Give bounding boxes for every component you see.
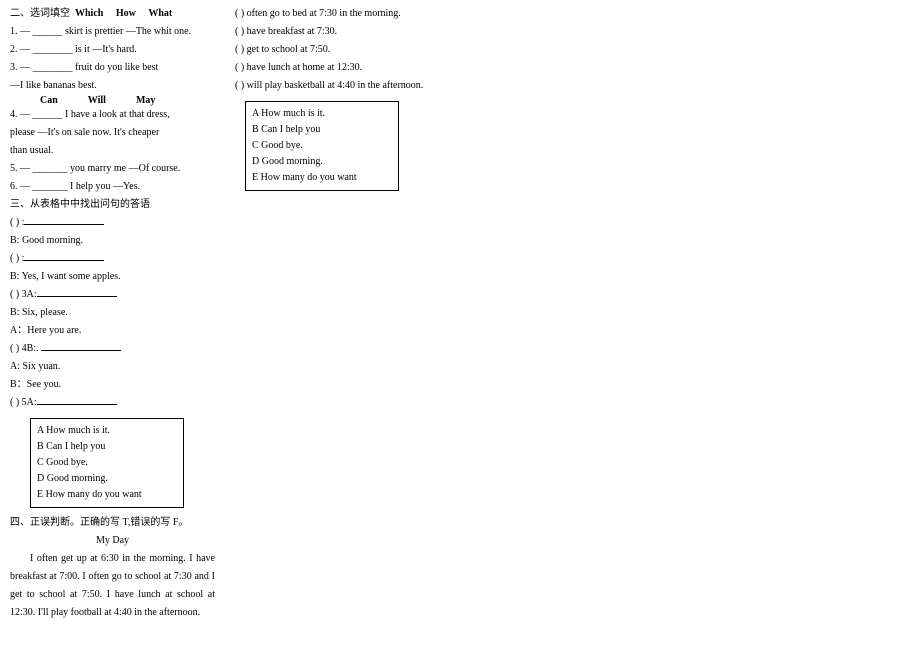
blank xyxy=(37,286,117,297)
box1-a: A How much is it. xyxy=(37,423,177,439)
sec4-passage: I often get up at 6:30 in the morning. I… xyxy=(10,550,215,622)
sec2-heading: 二、选词填空 Which How What xyxy=(10,5,215,23)
word-will: Will xyxy=(88,95,106,106)
sec3-l6: B: Six, please. xyxy=(10,304,215,322)
blank xyxy=(41,340,121,351)
word-what: What xyxy=(148,8,172,19)
sec3-l11-text: ( ) 5A: xyxy=(10,397,37,408)
sec3-l5: ( ) 3A: xyxy=(10,286,215,304)
sec2-title: 二、选词填空 xyxy=(10,8,70,19)
sec4-q4: ( ) have lunch at home at 12:30. xyxy=(235,59,440,77)
sec3-title: 三、从表格中中找出问句的答语 xyxy=(10,196,215,214)
sec2-q4b: please —It's on sale now. It's cheaper xyxy=(10,124,215,142)
box2-e: E How many do you want xyxy=(252,170,392,186)
sec2-q4a: 4. — ______ I have a look at that dress, xyxy=(10,106,215,124)
sec4-q3: ( ) get to school at 7:50. xyxy=(235,41,440,59)
sec3-l4: B: Yes, I want some apples. xyxy=(10,268,215,286)
sec3-l3-text: ( ) : xyxy=(10,253,24,264)
sec3-l8: ( ) 4B:. xyxy=(10,340,215,358)
sec3-l1-text: ( ) : xyxy=(10,217,24,228)
sec3-l5-text: ( ) 3A: xyxy=(10,289,37,300)
box2-d: D Good morning. xyxy=(252,154,392,170)
sec4-q1: ( ) often go to bed at 7:30 in the morni… xyxy=(235,5,440,23)
word-which: Which xyxy=(75,8,103,19)
blank xyxy=(37,394,117,405)
box1-d: D Good morning. xyxy=(37,471,177,487)
blank xyxy=(24,214,104,225)
answer-box-1: A How much is it. B Can I help you C Goo… xyxy=(30,418,184,508)
sec2-q1: 1. — ______ skirt is prettier —The whit … xyxy=(10,23,215,41)
box2-c: C Good bye. xyxy=(252,138,392,154)
sec3-l11: ( ) 5A: xyxy=(10,394,215,412)
sec4-title: 四、正误判断。正确的写 T,错误的写 F。 xyxy=(10,514,215,532)
sec3-l9: A: Six yuan. xyxy=(10,358,215,376)
document-page: 二、选词填空 Which How What 1. — ______ skirt … xyxy=(0,0,450,640)
box1-b: B Can I help you xyxy=(37,439,177,455)
word-may: May xyxy=(136,95,155,106)
sec4-q2: ( ) have breakfast at 7:30. xyxy=(235,23,440,41)
sec3-l7: A：Here you are. xyxy=(10,322,215,340)
sec3-l8-text: ( ) 4B:. xyxy=(10,343,39,354)
box1-e: E How many do you want xyxy=(37,487,177,503)
sec2-q3b: —I like bananas best. xyxy=(10,77,215,95)
box2-b: B Can I help you xyxy=(252,122,392,138)
sec2-q3a: 3. — ________ fruit do you like best xyxy=(10,59,215,77)
box1-c: C Good bye. xyxy=(37,455,177,471)
sec2-q4c: than usual. xyxy=(10,142,215,160)
sec4-q5: ( ) will play basketball at 4:40 in the … xyxy=(235,77,440,95)
box2-a: A How much is it. xyxy=(252,106,392,122)
sec3-l3: ( ) : xyxy=(10,250,215,268)
sec3-l2: B: Good morning. xyxy=(10,232,215,250)
sec4-passage-title: My Day xyxy=(10,532,215,550)
sec3-l1: ( ) : xyxy=(10,214,215,232)
sec2-q5: 5. — _______ you marry me —Of course. xyxy=(10,160,215,178)
word-can: Can xyxy=(40,95,58,106)
sec2-q2: 2. — ________ is it —It's hard. xyxy=(10,41,215,59)
sec3-l10: B：See you. xyxy=(10,376,215,394)
answer-box-2: A How much is it. B Can I help you C Goo… xyxy=(245,101,399,191)
sec2-q6: 6. — _______ I help you —Yes. xyxy=(10,178,215,196)
blank xyxy=(24,250,104,261)
word-how: How xyxy=(116,8,136,19)
sec2-words2: Can Will May xyxy=(10,95,215,106)
